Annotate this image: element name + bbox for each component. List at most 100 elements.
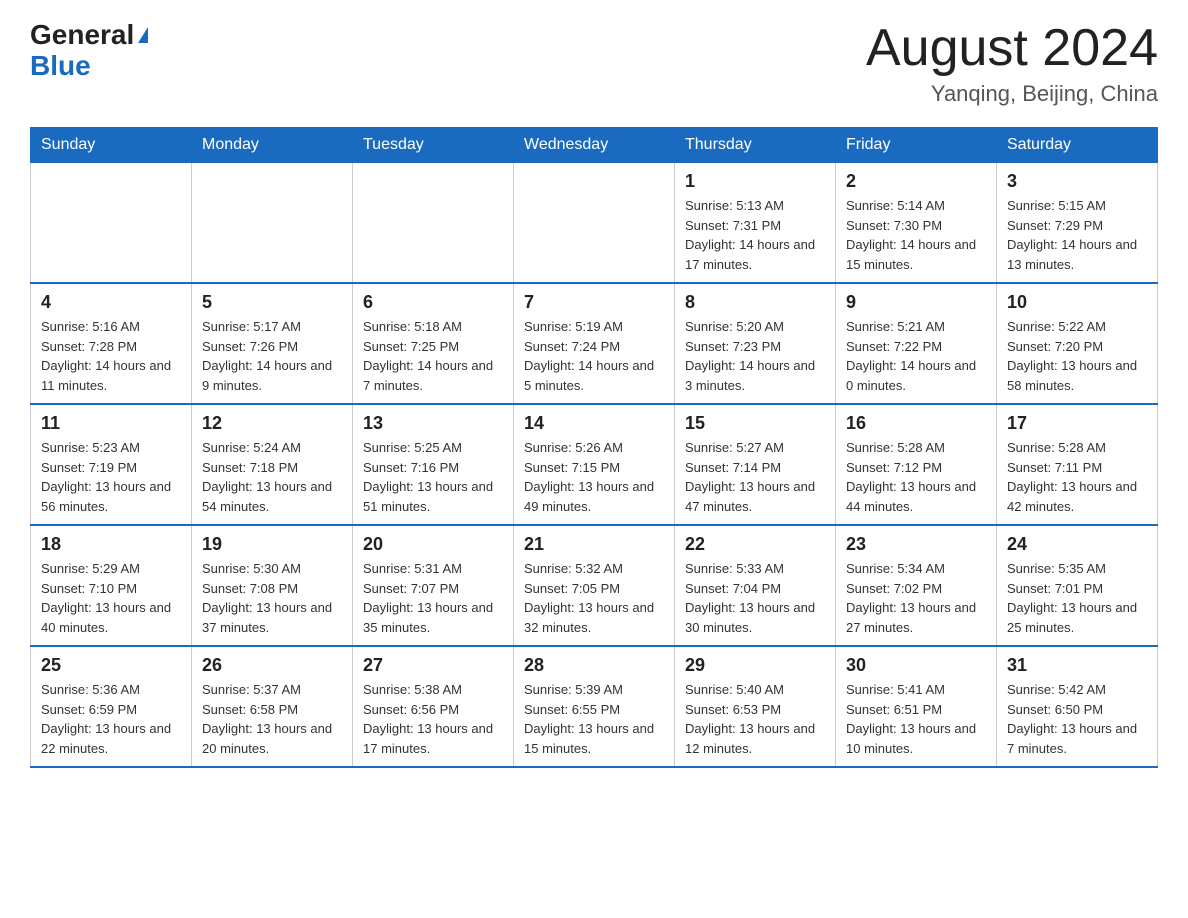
calendar-day xyxy=(31,163,192,284)
day-number: 10 xyxy=(1007,292,1147,313)
day-number: 14 xyxy=(524,413,664,434)
day-info: Sunrise: 5:31 AM Sunset: 7:07 PM Dayligh… xyxy=(363,559,503,637)
calendar-day: 16Sunrise: 5:28 AM Sunset: 7:12 PM Dayli… xyxy=(836,404,997,525)
day-number: 18 xyxy=(41,534,181,555)
day-number: 27 xyxy=(363,655,503,676)
weekday-header-tuesday: Tuesday xyxy=(353,128,514,163)
weekday-header-row: SundayMondayTuesdayWednesdayThursdayFrid… xyxy=(31,128,1158,163)
calendar-day: 19 Sunrise: 5:30 AM Sunset: 7:08 PM Dayli… xyxy=(192,525,353,646)
day-info: Sunrise: 5:18 AM Sunset: 7:25 PM Dayligh… xyxy=(363,317,503,395)
calendar-title: August 2024 xyxy=(866,20,1158,77)
day-info: Sunrise: 5:35 AM Sunset: 7:01 PM Dayligh… xyxy=(1007,559,1147,637)
calendar-day: 17Sunrise: 5:28 AM Sunset: 7:11 PM Dayli… xyxy=(997,404,1158,525)
logo: General Blue xyxy=(30,20,148,82)
day-info: Sunrise: 5:21 AM Sunset: 7:22 PM Dayligh… xyxy=(846,317,986,395)
day-number: 19 xyxy=(202,534,342,555)
calendar-day: 18Sunrise: 5:29 AM Sunset: 7:10 PM Dayli… xyxy=(31,525,192,646)
calendar-day: 2 Sunrise: 5:14 AM Sunset: 7:30 PM Daylig… xyxy=(836,163,997,284)
day-info: Sunrise: 5:25 AM Sunset: 7:16 PM Dayligh… xyxy=(363,438,503,516)
day-info: Sunrise: 5:20 AM Sunset: 7:23 PM Dayligh… xyxy=(685,317,825,395)
calendar-day: 9 Sunrise: 5:21 AM Sunset: 7:22 PM Daylig… xyxy=(836,283,997,404)
day-number: 12 xyxy=(202,413,342,434)
calendar-day: 15Sunrise: 5:27 AM Sunset: 7:14 PM Dayli… xyxy=(675,404,836,525)
day-info: Sunrise: 5:34 AM Sunset: 7:02 PM Dayligh… xyxy=(846,559,986,637)
day-number: 7 xyxy=(524,292,664,313)
calendar-day: 25 Sunrise: 5:36 AM Sunset: 6:59 PM Dayli… xyxy=(31,646,192,767)
calendar-body: 1Sunrise: 5:13 AM Sunset: 7:31 PM Daylig… xyxy=(31,163,1158,768)
day-number: 8 xyxy=(685,292,825,313)
calendar-day: 21 Sunrise: 5:32 AM Sunset: 7:05 PM Dayli… xyxy=(514,525,675,646)
calendar-day: 23 Sunrise: 5:34 AM Sunset: 7:02 PM Dayli… xyxy=(836,525,997,646)
day-info: Sunrise: 5:36 AM Sunset: 6:59 PM Dayligh… xyxy=(41,680,181,758)
day-info: Sunrise: 5:42 AM Sunset: 6:50 PM Dayligh… xyxy=(1007,680,1147,758)
weekday-header-monday: Monday xyxy=(192,128,353,163)
calendar-day: 7Sunrise: 5:19 AM Sunset: 7:24 PM Daylig… xyxy=(514,283,675,404)
day-info: Sunrise: 5:32 AM Sunset: 7:05 PM Dayligh… xyxy=(524,559,664,637)
calendar-day: 14 Sunrise: 5:26 AM Sunset: 7:15 PM Dayli… xyxy=(514,404,675,525)
day-info: Sunrise: 5:30 AM Sunset: 7:08 PM Dayligh… xyxy=(202,559,342,637)
title-block: August 2024 Yanqing, Beijing, China xyxy=(866,20,1158,107)
calendar-day xyxy=(353,163,514,284)
day-number: 9 xyxy=(846,292,986,313)
calendar-day: 3 Sunrise: 5:15 AM Sunset: 7:29 PM Daylig… xyxy=(997,163,1158,284)
day-info: Sunrise: 5:23 AM Sunset: 7:19 PM Dayligh… xyxy=(41,438,181,516)
day-info: Sunrise: 5:27 AM Sunset: 7:14 PM Dayligh… xyxy=(685,438,825,516)
weekday-header-wednesday: Wednesday xyxy=(514,128,675,163)
calendar-day: 1Sunrise: 5:13 AM Sunset: 7:31 PM Daylig… xyxy=(675,163,836,284)
logo-blue-text: Blue xyxy=(30,51,148,82)
calendar-subtitle: Yanqing, Beijing, China xyxy=(866,81,1158,107)
day-info: Sunrise: 5:14 AM Sunset: 7:30 PM Dayligh… xyxy=(846,196,986,274)
day-number: 5 xyxy=(202,292,342,313)
calendar-day: 20 Sunrise: 5:31 AM Sunset: 7:07 PM Dayli… xyxy=(353,525,514,646)
day-info: Sunrise: 5:41 AM Sunset: 6:51 PM Dayligh… xyxy=(846,680,986,758)
day-info: Sunrise: 5:15 AM Sunset: 7:29 PM Dayligh… xyxy=(1007,196,1147,274)
calendar-day: 31Sunrise: 5:42 AM Sunset: 6:50 PM Dayli… xyxy=(997,646,1158,767)
day-info: Sunrise: 5:33 AM Sunset: 7:04 PM Dayligh… xyxy=(685,559,825,637)
calendar-day: 28 Sunrise: 5:39 AM Sunset: 6:55 PM Dayli… xyxy=(514,646,675,767)
calendar-day xyxy=(514,163,675,284)
calendar-week-row: 1Sunrise: 5:13 AM Sunset: 7:31 PM Daylig… xyxy=(31,163,1158,284)
calendar-week-row: 18Sunrise: 5:29 AM Sunset: 7:10 PM Dayli… xyxy=(31,525,1158,646)
weekday-header-sunday: Sunday xyxy=(31,128,192,163)
logo-general-text: General xyxy=(30,20,134,51)
calendar-day: 24Sunrise: 5:35 AM Sunset: 7:01 PM Dayli… xyxy=(997,525,1158,646)
calendar-day: 13Sunrise: 5:25 AM Sunset: 7:16 PM Dayli… xyxy=(353,404,514,525)
page-header: General Blue August 2024 Yanqing, Beijin… xyxy=(30,20,1158,107)
calendar-day: 5 Sunrise: 5:17 AM Sunset: 7:26 PM Daylig… xyxy=(192,283,353,404)
calendar-day: 30 Sunrise: 5:41 AM Sunset: 6:51 PM Dayli… xyxy=(836,646,997,767)
day-info: Sunrise: 5:39 AM Sunset: 6:55 PM Dayligh… xyxy=(524,680,664,758)
day-info: Sunrise: 5:28 AM Sunset: 7:11 PM Dayligh… xyxy=(1007,438,1147,516)
calendar-day: 29Sunrise: 5:40 AM Sunset: 6:53 PM Dayli… xyxy=(675,646,836,767)
calendar-week-row: 11 Sunrise: 5:23 AM Sunset: 7:19 PM Dayli… xyxy=(31,404,1158,525)
calendar-week-row: 25 Sunrise: 5:36 AM Sunset: 6:59 PM Dayli… xyxy=(31,646,1158,767)
day-info: Sunrise: 5:38 AM Sunset: 6:56 PM Dayligh… xyxy=(363,680,503,758)
day-info: Sunrise: 5:26 AM Sunset: 7:15 PM Dayligh… xyxy=(524,438,664,516)
day-number: 30 xyxy=(846,655,986,676)
day-number: 28 xyxy=(524,655,664,676)
day-number: 6 xyxy=(363,292,503,313)
calendar-day: 4Sunrise: 5:16 AM Sunset: 7:28 PM Daylig… xyxy=(31,283,192,404)
day-number: 22 xyxy=(685,534,825,555)
day-info: Sunrise: 5:16 AM Sunset: 7:28 PM Dayligh… xyxy=(41,317,181,395)
calendar-day: 11 Sunrise: 5:23 AM Sunset: 7:19 PM Dayli… xyxy=(31,404,192,525)
calendar-day xyxy=(192,163,353,284)
calendar-day: 6 Sunrise: 5:18 AM Sunset: 7:25 PM Daylig… xyxy=(353,283,514,404)
day-number: 26 xyxy=(202,655,342,676)
day-number: 29 xyxy=(685,655,825,676)
day-info: Sunrise: 5:37 AM Sunset: 6:58 PM Dayligh… xyxy=(202,680,342,758)
calendar-header: SundayMondayTuesdayWednesdayThursdayFrid… xyxy=(31,128,1158,163)
day-info: Sunrise: 5:24 AM Sunset: 7:18 PM Dayligh… xyxy=(202,438,342,516)
logo-triangle-icon xyxy=(138,27,148,43)
day-info: Sunrise: 5:17 AM Sunset: 7:26 PM Dayligh… xyxy=(202,317,342,395)
day-number: 11 xyxy=(41,413,181,434)
day-number: 25 xyxy=(41,655,181,676)
day-number: 1 xyxy=(685,171,825,192)
day-number: 21 xyxy=(524,534,664,555)
day-number: 2 xyxy=(846,171,986,192)
calendar-day: 27 Sunrise: 5:38 AM Sunset: 6:56 PM Dayli… xyxy=(353,646,514,767)
day-info: Sunrise: 5:22 AM Sunset: 7:20 PM Dayligh… xyxy=(1007,317,1147,395)
day-number: 20 xyxy=(363,534,503,555)
day-number: 3 xyxy=(1007,171,1147,192)
calendar-day: 22 Sunrise: 5:33 AM Sunset: 7:04 PM Dayli… xyxy=(675,525,836,646)
day-number: 23 xyxy=(846,534,986,555)
